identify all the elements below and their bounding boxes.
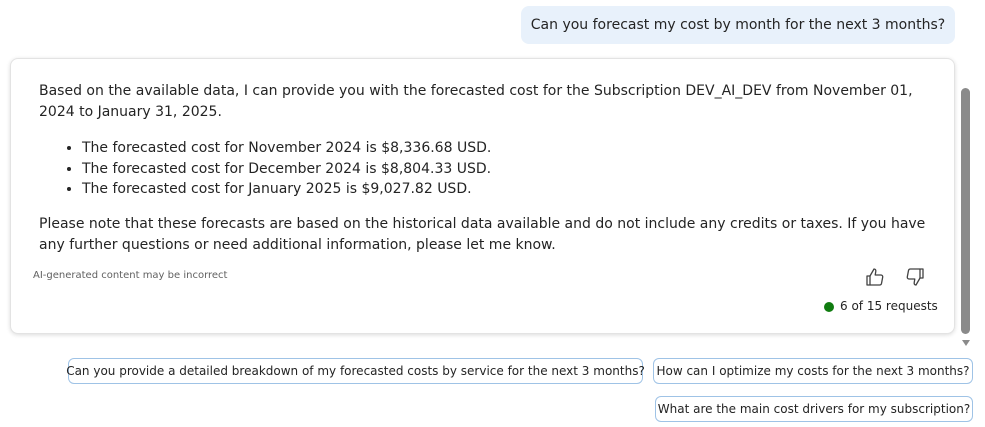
suggestion-label: How can I optimize my costs for the next… (656, 364, 970, 378)
user-message-bubble: Can you forecast my cost by month for th… (521, 6, 955, 44)
requests-counter: 6 of 15 requests (840, 299, 938, 313)
suggestion-label: What are the main cost drivers for my su… (657, 402, 971, 416)
suggestion-label: Can you provide a detailed breakdown of … (66, 364, 645, 378)
response-outro: Please note that these forecasts are bas… (39, 216, 926, 253)
thumbs-up-icon[interactable] (864, 266, 886, 288)
ai-disclaimer: AI-generated content may be incorrect (33, 270, 228, 281)
suggestion-chip-breakdown[interactable]: Can you provide a detailed breakdown of … (66, 358, 645, 384)
list-item: The forecasted cost for November 2024 is… (82, 138, 942, 159)
user-message-text: Can you forecast my cost by month for th… (530, 17, 946, 33)
list-item: The forecasted cost for December 2024 is… (82, 159, 942, 180)
list-item: The forecasted cost for January 2025 is … (82, 179, 942, 200)
status-dot (824, 302, 834, 312)
scroll-down-arrow-icon[interactable] (962, 340, 970, 346)
suggestion-chip-cost-drivers[interactable]: What are the main cost drivers for my su… (655, 396, 973, 422)
scrollbar-thumb[interactable] (961, 88, 970, 334)
suggestion-chip-optimize[interactable]: How can I optimize my costs for the next… (653, 358, 973, 384)
response-intro: Based on the available data, I can provi… (39, 83, 913, 120)
forecast-list: The forecasted cost for November 2024 is… (39, 138, 942, 200)
thumbs-down-icon[interactable] (904, 266, 926, 288)
assistant-response-card: Based on the available data, I can provi… (10, 58, 955, 334)
